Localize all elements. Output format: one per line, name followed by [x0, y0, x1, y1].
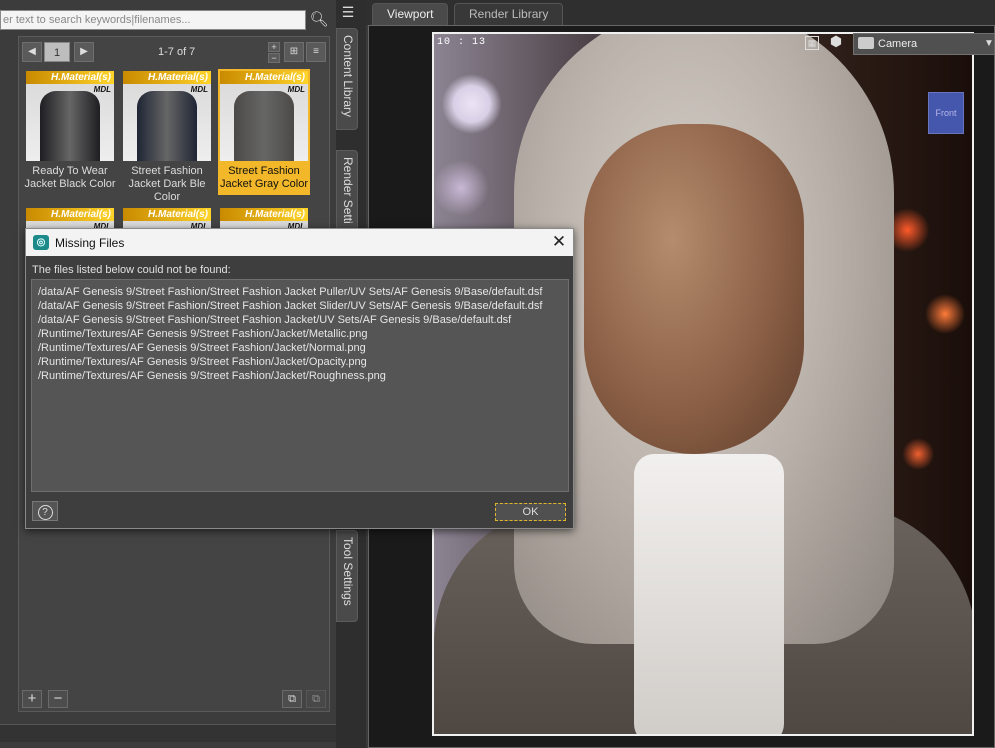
chevron-down-icon[interactable]: ▼ [984, 38, 994, 49]
missing-files-list[interactable]: /data/AF Genesis 9/Street Fashion/Street… [31, 279, 569, 492]
help-icon: ? [37, 505, 53, 520]
missing-file-item[interactable]: /data/AF Genesis 9/Street Fashion/Street… [38, 285, 562, 299]
library-tile[interactable]: H.Material(s) MDL [121, 208, 213, 228]
search-input[interactable]: er text to search keywords|filenames... [0, 10, 306, 30]
pager-bar: ◀ 1 ▶ 1-7 of 7 + − ⊞ ≡ [18, 38, 330, 66]
copy-icon[interactable]: ⧉ [282, 690, 302, 708]
dialog-titlebar[interactable]: ◎ Missing Files ✕ [26, 229, 573, 256]
library-tile[interactable]: H.Material(s) MDL [218, 208, 310, 228]
grid-view-icon[interactable]: ⊞ [284, 42, 304, 62]
tab-viewport[interactable]: Viewport [372, 3, 449, 25]
help-button[interactable]: ? [32, 501, 58, 521]
face-figure [584, 124, 804, 454]
tile-label: Street Fashion Jacket Dark Ble Color [128, 165, 206, 203]
tile-label: Street Fashion Jacket Gray Color [219, 165, 309, 190]
search-icon[interactable]: 🔍︎ [309, 10, 329, 30]
zoom-out-button[interactable]: − [268, 53, 280, 63]
list-view-icon[interactable]: ≡ [306, 42, 326, 62]
ok-button[interactable]: OK [495, 503, 566, 521]
jacket-thumbnail-figure [137, 91, 197, 161]
library-tile[interactable]: H.Material(s) MDL Street Fashion Jacket Da… [121, 71, 213, 204]
tab-render-library[interactable]: Render Library [454, 3, 564, 25]
tab-tool-settings[interactable]: Tool Settings [336, 530, 358, 622]
tab-content-library[interactable]: Content Library [336, 28, 358, 130]
mdl-badge: MDL [190, 85, 208, 94]
library-status-bar [0, 724, 338, 742]
time-readout: 10 : 13 [437, 37, 487, 48]
zoom-in-button[interactable]: + [268, 42, 280, 52]
tile-thumbnail: H.Material(s) MDL [220, 208, 308, 228]
library-tile[interactable]: H.Material(s) MDL [24, 208, 116, 228]
material-badge: H.Material(s) [123, 208, 211, 221]
cube-icon[interactable]: ⬢ [828, 33, 844, 51]
missing-file-item[interactable]: /Runtime/Textures/AF Genesis 9/Street Fa… [38, 327, 562, 341]
mdl-badge: MDL [93, 85, 111, 94]
jacket-thumbnail-figure [234, 91, 294, 161]
library-tile[interactable]: H.Material(s) MDL Street Fashion Jacket Gr… [218, 69, 310, 195]
dialog-message: The files listed below could not be foun… [32, 264, 231, 276]
missing-file-item[interactable]: /data/AF Genesis 9/Street Fashion/Street… [38, 313, 562, 327]
tile-thumbnail: H.Material(s) MDL [26, 208, 114, 228]
material-badge: H.Material(s) [26, 71, 114, 84]
draw-style-icon[interactable]: ▦ [805, 36, 819, 50]
app-logo-icon: ◎ [33, 235, 49, 250]
page-count-label: 1-7 of 7 [158, 46, 196, 58]
dialog-footer: ? OK [26, 498, 573, 528]
library-bottom-controls: + − ⧉ ⧉ [18, 690, 330, 710]
panel-menu-icon[interactable]: ☰ [338, 3, 358, 21]
missing-file-item[interactable]: /Runtime/Textures/AF Genesis 9/Street Fa… [38, 355, 562, 369]
prev-page-button[interactable]: ◀ [22, 42, 42, 62]
add-button[interactable]: + [22, 690, 42, 708]
next-page-button[interactable]: ▶ [74, 42, 94, 62]
material-badge: H.Material(s) [220, 71, 308, 84]
tile-thumbnail: H.Material(s) MDL [220, 71, 308, 161]
missing-file-item[interactable]: /Runtime/Textures/AF Genesis 9/Street Fa… [38, 341, 562, 355]
material-badge: H.Material(s) [220, 208, 308, 221]
library-tile[interactable]: H.Material(s) MDL Ready To Wear Jacket Bla… [24, 71, 116, 191]
missing-files-dialog: ◎ Missing Files ✕ The files listed below… [25, 228, 574, 529]
view-cube[interactable]: Front [928, 92, 964, 134]
dialog-title: Missing Files [55, 236, 125, 250]
shirt-figure [634, 454, 784, 734]
missing-file-item[interactable]: /data/AF Genesis 9/Street Fashion/Street… [38, 299, 562, 313]
tile-thumbnail: H.Material(s) MDL [26, 71, 114, 161]
tile-thumbnail: H.Material(s) MDL [123, 208, 211, 228]
viewport-tab-row: Viewport Render Library [366, 0, 995, 25]
tile-thumbnail: H.Material(s) MDL [123, 71, 211, 161]
missing-file-item[interactable]: /Runtime/Textures/AF Genesis 9/Street Fa… [38, 369, 562, 383]
mdl-badge: MDL [287, 85, 305, 94]
close-icon[interactable]: ✕ [548, 231, 570, 253]
material-badge: H.Material(s) [26, 208, 114, 221]
remove-button[interactable]: − [48, 690, 68, 708]
paste-icon[interactable]: ⧉ [306, 690, 326, 708]
jacket-thumbnail-figure [40, 91, 100, 161]
material-badge: H.Material(s) [123, 71, 211, 84]
tile-label: Ready To Wear Jacket Black Color [24, 165, 116, 190]
camera-icon [858, 37, 874, 49]
tab-render-settings[interactable]: Render Setti [336, 150, 358, 230]
page-number-field[interactable]: 1 [44, 42, 70, 62]
camera-select[interactable]: Camera [853, 33, 995, 55]
